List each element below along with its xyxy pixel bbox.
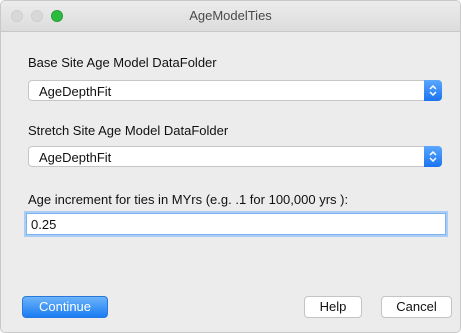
base-site-label: Base Site Age Model DataFolder <box>28 55 217 70</box>
continue-button[interactable]: Continue <box>22 296 108 318</box>
cancel-button[interactable]: Cancel <box>381 296 452 318</box>
age-increment-label: Age increment for ties in MYrs (e.g. .1 … <box>28 192 349 207</box>
help-button[interactable]: Help <box>304 296 362 318</box>
stretch-site-label: Stretch Site Age Model DataFolder <box>28 123 229 138</box>
dialog-window: AgeModelTies Base Site Age Model DataFol… <box>0 0 461 333</box>
title-bar: AgeModelTies <box>1 1 460 32</box>
up-down-arrows-icon <box>424 146 442 167</box>
age-increment-field[interactable] <box>26 213 446 235</box>
age-increment-input[interactable] <box>27 214 445 234</box>
up-down-arrows-icon <box>424 80 442 101</box>
stretch-site-popup[interactable]: AgeDepthFit <box>28 146 442 167</box>
window-title: AgeModelTies <box>189 8 272 23</box>
base-site-popup[interactable]: AgeDepthFit <box>28 80 442 101</box>
stretch-site-popup-value: AgeDepthFit <box>39 150 112 165</box>
base-site-popup-value: AgeDepthFit <box>39 84 112 99</box>
